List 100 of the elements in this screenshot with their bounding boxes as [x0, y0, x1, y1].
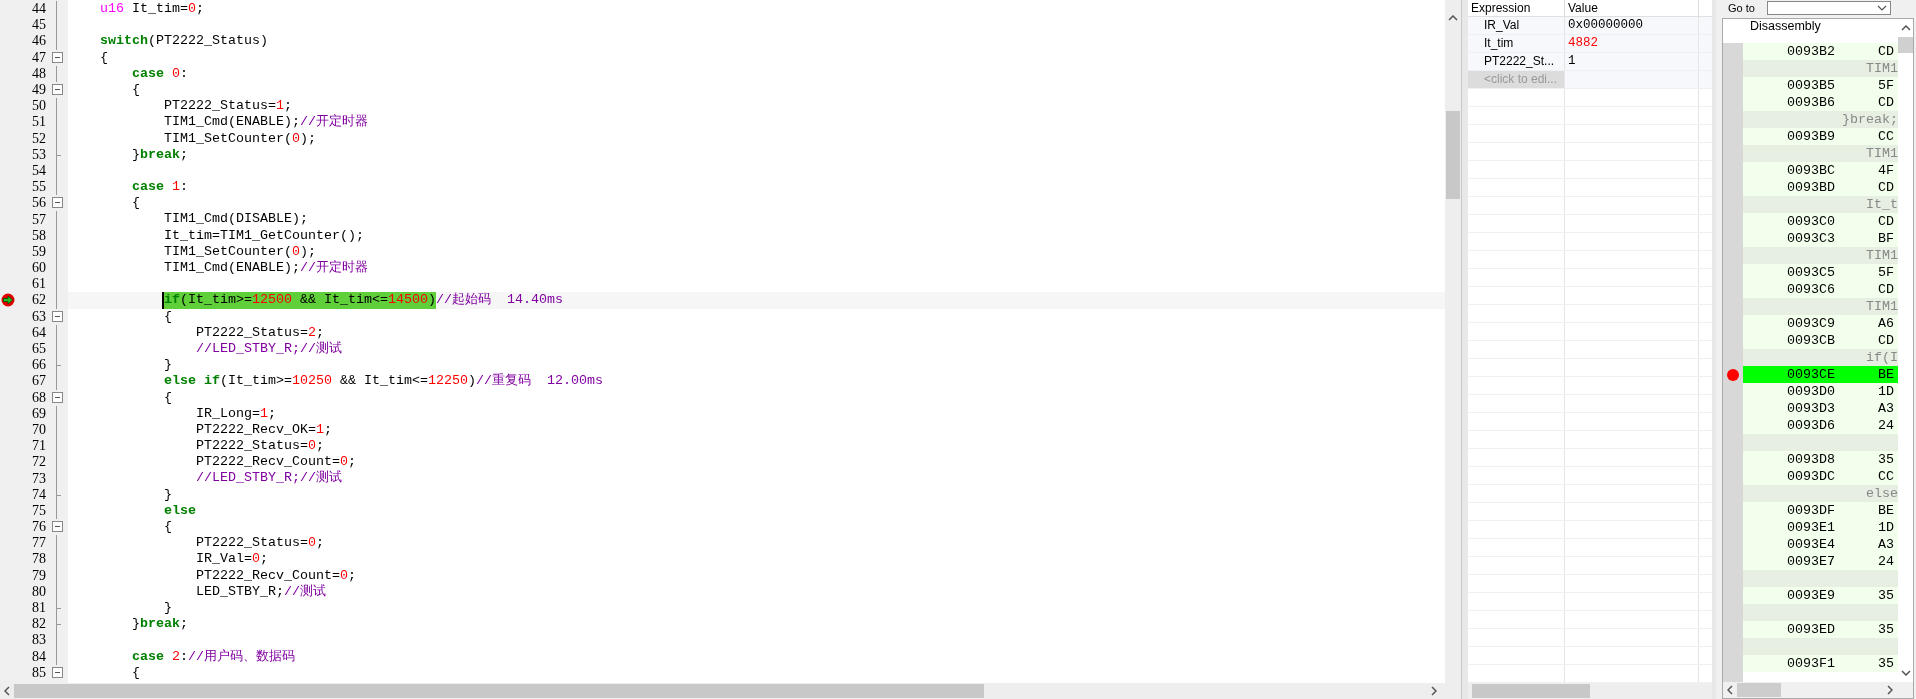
code-line: { [132, 664, 140, 681]
address-text: 0093DC [1787, 469, 1835, 484]
disassembly-row[interactable]: 0093C9 A6 [1743, 315, 1898, 332]
code-comment: //起始码 14.40ms [435, 292, 563, 309]
line-number: 77 [31, 535, 46, 552]
expression-cell: IR_Val [1468, 17, 1565, 34]
address-text: 0093C6 [1787, 282, 1835, 297]
opcode-text: CD [1878, 95, 1895, 110]
expression-cell: PT2222_St... [1468, 53, 1565, 70]
code-line: PT2222_Status=1; [163, 98, 292, 115]
disassembly-row[interactable]: 0093D3 A3 [1743, 400, 1898, 417]
line-number: 71 [31, 438, 46, 455]
code-line: }break; [132, 616, 188, 633]
line-number: 44 [31, 1, 46, 18]
disassembly-row[interactable]: 0093CE BE [1743, 366, 1898, 383]
code-line: PT2222_Recv_Count=0; [195, 454, 356, 470]
address-text: 0093DF [1787, 503, 1835, 518]
opcode-text: CC [1878, 469, 1895, 484]
line-number: 82 [31, 616, 46, 633]
line-number: 47 [31, 49, 46, 66]
value-cell: 0x00000000 [1565, 17, 1699, 34]
address-text: 0093B2 [1787, 44, 1835, 59]
disassembly-row[interactable]: 0093E7 24 [1743, 553, 1898, 570]
disassembly-row[interactable]: 0093DF BE [1743, 502, 1898, 519]
code-line: { [163, 389, 172, 406]
disassembly-row[interactable]: 0093BC 4F [1743, 162, 1898, 179]
disassembly-row[interactable]: 0093B6 CD [1743, 94, 1898, 111]
opcode-text: 35 [1878, 452, 1895, 467]
disassembly-row[interactable]: 0093B5 5F [1743, 77, 1898, 94]
disassembly-row[interactable]: 0093BD CD [1743, 179, 1898, 196]
disassembly-row[interactable]: 0093ED 35 [1743, 621, 1898, 638]
line-number: 64 [31, 324, 46, 341]
line-number: 70 [31, 421, 46, 438]
code-line: } [163, 599, 172, 617]
code-line: PT2222_Status=0; [195, 535, 324, 552]
code-line: }break; [132, 146, 188, 163]
code-line: TIM1_Cmd(ENABLE);//开定时器 [163, 260, 368, 277]
address-text: 0093E9 [1787, 588, 1835, 603]
opcode-text: BF [1878, 231, 1895, 246]
code-line: else [163, 502, 196, 519]
line-number: 53 [31, 146, 46, 163]
disassembly-row[interactable]: 0093B2 CD [1743, 43, 1898, 60]
disassembly-row[interactable]: 0093B9 CC [1743, 128, 1898, 145]
line-number: 75 [31, 502, 46, 519]
code-line: TIM1_SetCounter(0); [163, 130, 316, 147]
line-number: 60 [31, 260, 46, 277]
line-number: 69 [31, 405, 46, 422]
line-number: 65 [31, 341, 46, 358]
line-number: 62 [31, 292, 46, 309]
opcode-text: 5F [1878, 265, 1895, 280]
opcode-text: 1D [1878, 384, 1895, 399]
opcode-text: 4F [1878, 163, 1895, 178]
disassembly-row[interactable]: 0093D0 1D [1743, 383, 1898, 400]
line-number: 51 [31, 114, 46, 131]
line-number: 59 [31, 243, 46, 260]
line-number: 68 [31, 389, 46, 406]
address-text: 0093E1 [1787, 520, 1835, 535]
line-number: 52 [31, 130, 46, 147]
code-line: { [132, 81, 140, 99]
column-header[interactable]: Expression [1468, 0, 1565, 16]
code-line: //LED_STBY_R;//测试 [195, 340, 342, 358]
disassembly-row[interactable]: 0093E4 A3 [1743, 536, 1898, 553]
disassembly-row[interactable]: 0093CB CD [1743, 332, 1898, 349]
line-number: 81 [31, 600, 46, 617]
line-number: 72 [31, 454, 46, 471]
code-line: IR_Long=1; [195, 405, 276, 422]
line-number: 79 [31, 567, 46, 584]
column-header[interactable]: Value [1565, 0, 1699, 16]
address-text: 0093E4 [1787, 537, 1835, 552]
line-number: 78 [31, 551, 46, 568]
disassembly-row[interactable]: 0093E1 1D [1743, 519, 1898, 536]
line-number: 74 [31, 486, 46, 503]
disassembly-row[interactable]: 0093E9 35 [1743, 587, 1898, 604]
opcode-text: CD [1878, 333, 1895, 348]
disassembly-row[interactable]: 0093C0 CD [1743, 213, 1898, 230]
disassembly-row[interactable]: 0093D6 24 [1743, 417, 1898, 434]
code-line: { [163, 519, 172, 536]
disassembly-row[interactable]: 0093C5 5F [1743, 264, 1898, 281]
code-line: PT2222_Recv_OK=1; [195, 421, 332, 439]
opcode-text: CD [1878, 282, 1895, 297]
address-text: 0093C9 [1787, 316, 1835, 331]
disassembly-row[interactable]: 0093C3 BF [1743, 230, 1898, 247]
opcode-text: A6 [1878, 316, 1895, 331]
opcode-text: 24 [1878, 554, 1895, 569]
line-number: 67 [31, 373, 46, 390]
address-text: 0093F1 [1787, 656, 1835, 671]
code-line: u16 It_tim=0; [100, 1, 204, 18]
line-number: 73 [31, 470, 46, 487]
opcode-text: 35 [1878, 622, 1895, 637]
disassembly-row[interactable]: 0093F1 35 [1743, 655, 1898, 672]
code-line: case 1: [132, 179, 188, 196]
code-line: IR_Val=0; [195, 551, 268, 568]
disassembly-row[interactable]: 0093C6 CD [1743, 281, 1898, 298]
address-text: 0093B5 [1787, 78, 1835, 93]
goto-label: Go to [1728, 2, 1755, 14]
disassembly-row[interactable]: 0093DC CC [1743, 468, 1898, 485]
line-number: 46 [31, 33, 46, 50]
code-line: { [100, 49, 108, 66]
disassembly-row[interactable]: 0093D8 35 [1743, 451, 1898, 468]
address-text: 0093D8 [1787, 452, 1835, 467]
